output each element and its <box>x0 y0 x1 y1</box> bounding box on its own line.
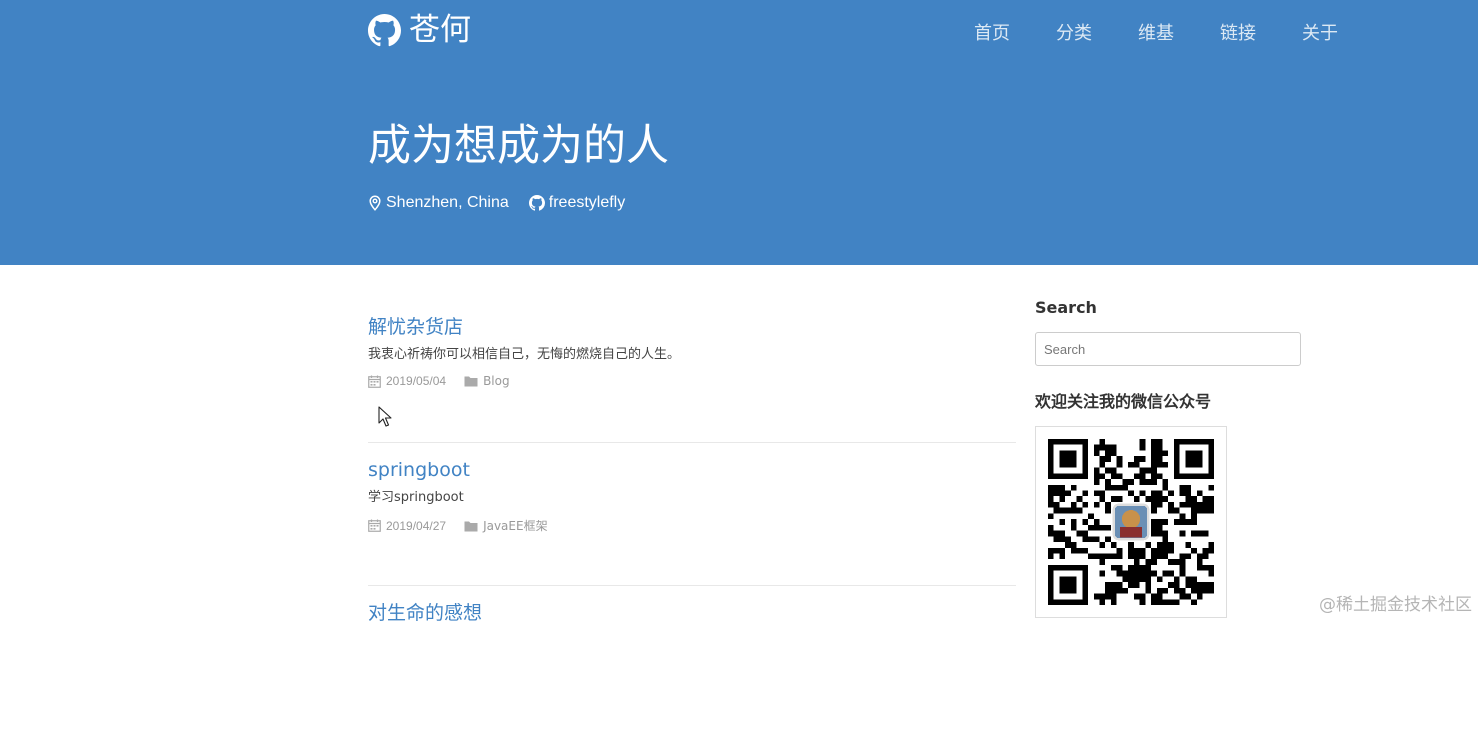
folder-icon <box>464 521 478 531</box>
post-date: 2019/04/27 <box>368 519 446 533</box>
post-list: 解忧杂货店 我衷心祈祷你可以相信自己，无悔的燃烧自己的人生。 2019/05/0… <box>368 300 1016 729</box>
post-category-link[interactable]: Blog <box>483 374 510 388</box>
nav-links[interactable]: 链接 <box>1220 22 1256 46</box>
post-excerpt: 学习springboot <box>368 490 464 505</box>
post-date-text: 2019/05/04 <box>386 374 447 388</box>
post-item: 对生命的感想 <box>368 586 1016 729</box>
post-meta: 2019/05/04 Blog <box>368 374 1016 388</box>
post-meta: 2019/04/27 JavaEE框架 <box>368 517 1016 534</box>
post-item: springboot 学习springboot 2019/04/27 JavaE… <box>368 443 1016 586</box>
wechat-qr-code <box>1035 426 1227 618</box>
hero-title: 成为想成为的人 <box>368 121 669 171</box>
github-icon <box>528 195 545 211</box>
location-text: Shenzhen, China <box>386 194 509 211</box>
post-item: 解忧杂货店 我衷心祈祷你可以相信自己，无悔的燃烧自己的人生。 2019/05/0… <box>368 300 1016 443</box>
location-item: Shenzhen, China <box>368 194 509 212</box>
nav-categories[interactable]: 分类 <box>1056 22 1092 46</box>
nav-wiki[interactable]: 维基 <box>1138 22 1174 46</box>
calendar-icon <box>368 519 381 532</box>
post-date: 2019/05/04 <box>368 374 446 388</box>
nav-about[interactable]: 关于 <box>1302 22 1338 46</box>
brand-name: 苍何 <box>409 12 471 48</box>
nav-home[interactable]: 首页 <box>974 22 1010 46</box>
hero-meta: Shenzhen, China freestylefly <box>368 194 625 212</box>
mouse-cursor-icon <box>378 406 392 427</box>
github-username: freestylefly <box>548 194 626 211</box>
search-heading: Search <box>1035 298 1097 317</box>
watermark-text: @稀土掘金技术社区 <box>1319 595 1472 615</box>
post-category: Blog <box>464 374 510 388</box>
folder-icon <box>464 376 478 387</box>
map-pin-icon <box>369 195 381 211</box>
post-title-link[interactable]: 对生命的感想 <box>368 600 1016 626</box>
wechat-heading: 欢迎关注我的微信公众号 <box>1035 392 1212 411</box>
post-category-link[interactable]: JavaEE框架 <box>483 517 548 534</box>
github-icon <box>368 13 401 46</box>
calendar-icon <box>368 375 381 388</box>
qr-code-image <box>1048 439 1214 605</box>
brand-link[interactable]: 苍何 <box>368 10 471 50</box>
post-date-text: 2019/04/27 <box>386 518 447 533</box>
post-title-link[interactable]: springboot <box>368 457 1016 483</box>
github-profile-link[interactable]: freestylefly <box>528 194 626 212</box>
post-excerpt: 我衷心祈祷你可以相信自己，无悔的燃烧自己的人生。 <box>368 347 681 362</box>
main-nav: 首页 分类 维基 链接 关于 <box>974 22 1338 46</box>
post-title-link[interactable]: 解忧杂货店 <box>368 314 1016 340</box>
search-input[interactable] <box>1035 332 1301 366</box>
sidebar: Search 欢迎关注我的微信公众号 <box>1035 298 1301 618</box>
post-category: JavaEE框架 <box>464 517 548 534</box>
site-header: 苍何 首页 分类 维基 链接 关于 成为想成为的人 Shenzhen, Chin… <box>0 0 1478 265</box>
